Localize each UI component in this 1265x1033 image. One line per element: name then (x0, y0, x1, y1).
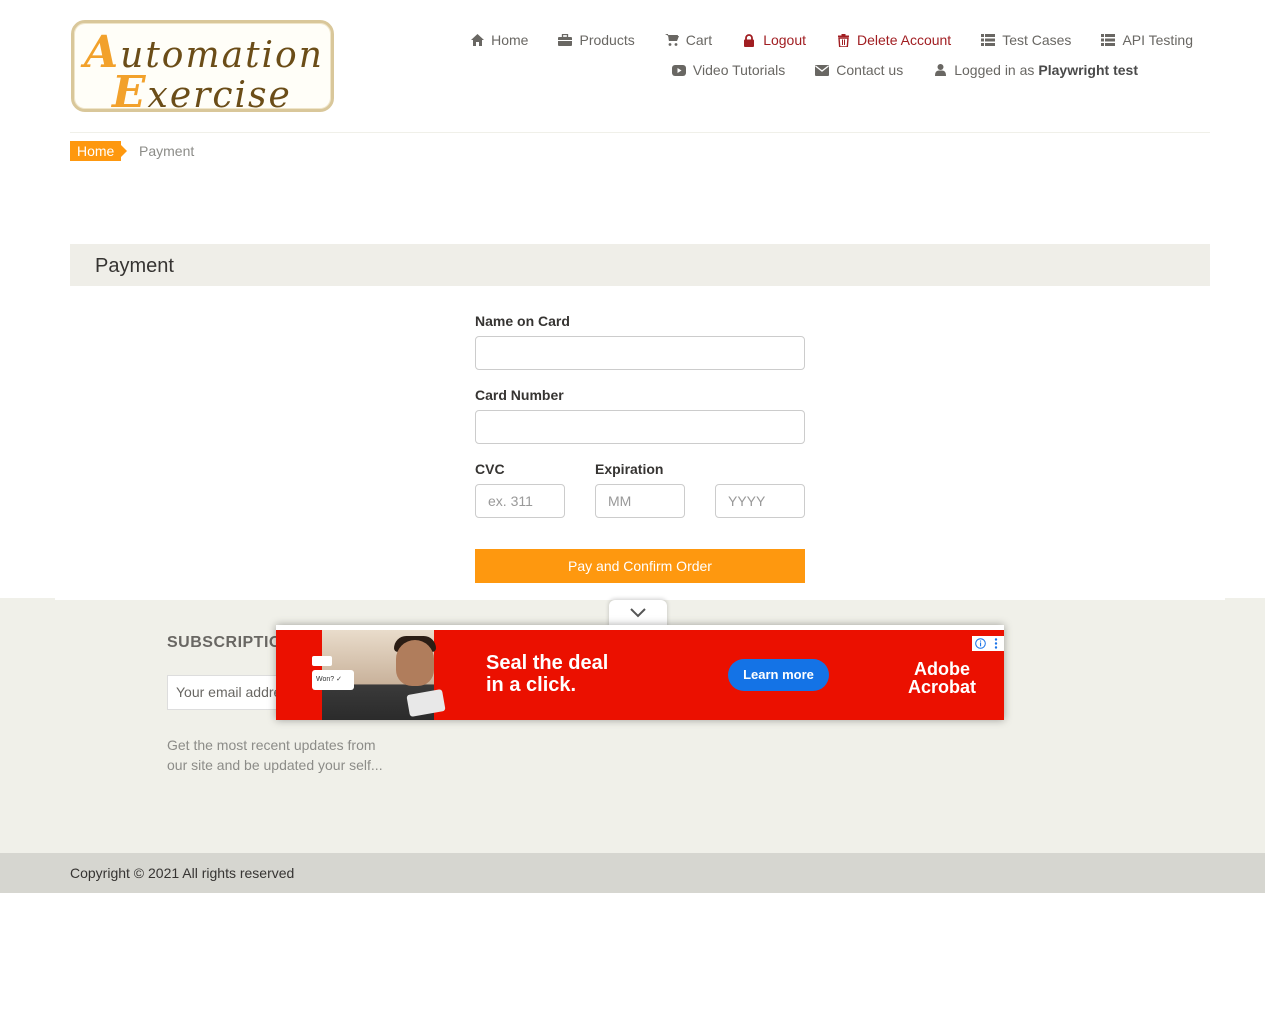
name-on-card-label: Name on Card (475, 313, 570, 329)
subscription-title: SUBSCRIPTIO (167, 634, 282, 651)
payment-heading: Payment (95, 255, 174, 277)
expiration-label: Expiration (595, 461, 664, 477)
nav-logout[interactable]: Logout (742, 32, 806, 48)
chevron-down-icon (630, 605, 646, 623)
breadcrumb-home[interactable]: Home (70, 141, 128, 161)
nav-test-cases[interactable]: Test Cases (981, 32, 1071, 48)
logo-cap-e: E (112, 67, 148, 118)
copyright-bar: Copyright © 2021 All rights reserved (0, 853, 1265, 893)
ad-headline: Seal the deal in a click. (486, 652, 609, 696)
nav-contact-us[interactable]: Contact us (815, 62, 903, 78)
nav-home[interactable]: Home (470, 32, 528, 48)
cart-icon (664, 33, 679, 47)
ad-banner[interactable]: Won? ✓ Seal the deal in a click. Learn m… (276, 630, 1004, 720)
ad-ui-card (312, 656, 332, 666)
main-nav-row-2: Video Tutorials Contact us Logged in as P… (671, 60, 1138, 80)
youtube-icon (671, 63, 686, 77)
lock-icon (742, 33, 756, 47)
expiry-month-input[interactable] (595, 484, 685, 518)
logged-in-username: Playwright test (1038, 62, 1138, 78)
nav-products[interactable]: Products (558, 32, 635, 48)
breadcrumb-current: Payment (139, 143, 195, 159)
subscription-text: Get the most recent updates from our sit… (167, 737, 383, 773)
cvc-label: CVC (475, 461, 505, 477)
site-logo[interactable]: Automation Exercise (71, 20, 334, 118)
nav-api-testing[interactable]: API Testing (1101, 32, 1193, 48)
copyright-text: Copyright © 2021 All rights reserved (70, 865, 295, 881)
trash-icon (836, 33, 850, 47)
logo-word-exercise: xercise (147, 75, 292, 116)
briefcase-icon (558, 33, 573, 47)
ad-overlay: Won? ✓ Seal the deal in a click. Learn m… (276, 625, 1004, 720)
nav-cart[interactable]: Cart (664, 32, 712, 48)
user-icon (933, 63, 947, 77)
ad-options-icon[interactable] (988, 636, 1004, 651)
ad-info-icon[interactable] (972, 636, 988, 651)
nav-logged-in-as[interactable]: Logged in as Playwright test (933, 62, 1138, 78)
envelope-icon (815, 63, 830, 77)
expiry-year-input[interactable] (715, 484, 805, 518)
ad-ui-card: Won? ✓ (312, 670, 354, 690)
name-on-card-input[interactable] (475, 336, 805, 370)
ad-learn-more-button[interactable]: Learn more (728, 659, 829, 691)
pay-and-confirm-button[interactable]: Pay and Confirm Order (475, 549, 805, 583)
list-icon (981, 33, 996, 47)
list-icon (1101, 33, 1116, 47)
home-icon (470, 33, 484, 47)
nav-delete-account[interactable]: Delete Account (836, 32, 951, 48)
phone-graphic (406, 689, 446, 717)
ad-brand-logo: Adobe Acrobat (908, 659, 977, 697)
card-number-label: Card Number (475, 387, 564, 403)
site-header: Automation Exercise Home Products Cart L… (0, 0, 1265, 133)
payment-heading-bar: Payment (70, 244, 1210, 286)
nav-video-tutorials[interactable]: Video Tutorials (671, 62, 785, 78)
cvc-input[interactable] (475, 484, 565, 518)
ad-collapse-tab[interactable] (609, 600, 667, 628)
header-divider (70, 132, 1210, 133)
main-nav-row-1: Home Products Cart Logout Delete Account… (470, 30, 1193, 50)
card-number-input[interactable] (475, 410, 805, 444)
